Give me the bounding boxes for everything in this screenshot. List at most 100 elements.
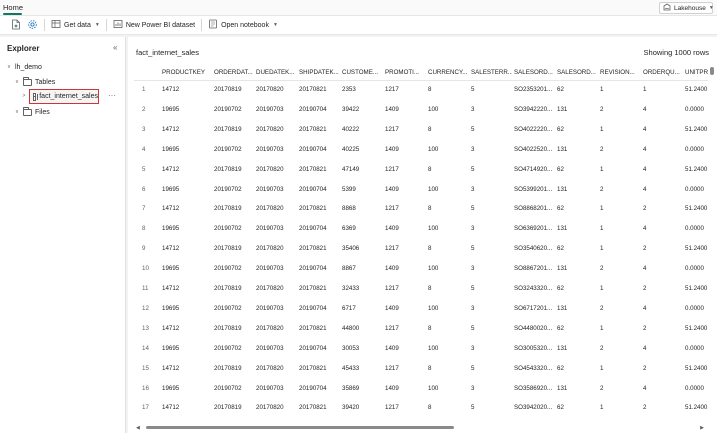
table-preview-panel: fact_internet_sales Showing 1000 rows PR… — [128, 37, 717, 433]
table-row[interactable]: 3 14712 20170819 20170820 20170821 40222 1217 8… — [134, 121, 708, 141]
table-cell: 1 — [600, 125, 604, 133]
table-cell: 2 — [600, 145, 604, 153]
collapse-panel-icon[interactable]: « — [113, 43, 117, 52]
table-cell: 100 — [428, 225, 439, 233]
tree-item-fact-internet-sales[interactable]: fact_internet_sales — [29, 89, 99, 104]
table-cell: 5 — [471, 364, 475, 372]
column-header[interactable]: SALESORD... — [514, 69, 555, 76]
table-row[interactable]: 9 14712 20170819 20170820 20170821 35406 1217 8… — [134, 240, 708, 260]
table-cell: 35869 — [342, 384, 360, 392]
table-cell: 20170819 — [214, 125, 242, 133]
new-file-icon — [11, 19, 21, 32]
table-cell: 2 — [600, 304, 604, 312]
column-header[interactable]: DUEDATEK... — [256, 69, 297, 76]
table-row[interactable]: 16 19695 20190702 20190703 20190704 35869 1409… — [134, 380, 708, 400]
table-cell: 14712 — [162, 285, 180, 292]
table-row[interactable]: 11 14712 20170819 20170820 20170821 32433 1217… — [134, 280, 708, 300]
horizontal-scroll-thumb[interactable] — [146, 426, 454, 429]
table-row[interactable]: 17 14712 20170819 20170820 20170821 39420 1217… — [134, 399, 708, 419]
table-row[interactable]: 1 14712 20170819 20170820 20170821 2353 1217 8 5… — [134, 81, 708, 101]
table-row[interactable]: 6 19695 20190702 20190703 20190704 5399 1409 10… — [134, 181, 708, 201]
table-cell: SO6717201... — [514, 304, 553, 312]
table-cell: 19695 — [162, 344, 180, 352]
horizontal-scrollbar[interactable]: ◀ ▶ — [136, 425, 704, 431]
table-cell: 3 — [471, 185, 475, 193]
table-row[interactable]: 14 19695 20190702 20190703 20190704 30053 1409… — [134, 340, 708, 360]
get-data-button[interactable]: Get data ▼ — [48, 18, 103, 32]
column-header[interactable]: SALESTERR... — [471, 69, 512, 76]
column-header[interactable]: CURRENCY... — [428, 69, 469, 76]
table-cell: SO4022220... — [514, 125, 553, 133]
column-header[interactable]: REVISION... — [600, 69, 641, 76]
table-row[interactable]: 8 19695 20190702 20190703 20190704 6369 1409 10… — [134, 220, 708, 240]
chevron-right-icon[interactable]: > — [21, 93, 27, 99]
vertical-scroll-thumb[interactable] — [710, 67, 714, 75]
scroll-right-icon[interactable]: ▶ — [700, 425, 704, 431]
table-cell: 100 — [428, 145, 439, 153]
column-header[interactable]: PRODUCTKEY — [162, 69, 210, 76]
table-cell: 20170820 — [256, 245, 284, 253]
table-cell: 20170819 — [214, 205, 242, 213]
column-header[interactable]: ORDERQU... — [643, 69, 683, 76]
open-notebook-button[interactable]: Open notebook ▼ — [205, 18, 281, 32]
table-row[interactable]: 10 19695 20190702 20190703 20190704 8867 1409 1… — [134, 260, 708, 280]
tree-item-tables[interactable]: v Tables — [14, 76, 55, 88]
table-cell: 2 — [600, 105, 604, 113]
table-cell: 131 — [557, 145, 568, 153]
table-row[interactable]: 5 14712 20170819 20170820 20170821 47149 1217 8… — [134, 161, 708, 181]
table-cell: 20190703 — [256, 105, 284, 113]
table-cell: 20190704 — [299, 384, 327, 392]
table-cell: 19695 — [162, 225, 180, 233]
table-cell: 2 — [643, 364, 647, 372]
tree-item-files[interactable]: v Files — [14, 106, 50, 118]
tab-home[interactable]: Home — [3, 3, 23, 12]
settings-button[interactable] — [24, 18, 41, 32]
table-cell: 62 — [557, 165, 564, 173]
scroll-left-icon[interactable]: ◀ — [136, 425, 140, 431]
table-cell: 20190702 — [214, 225, 242, 233]
table-cell: 4 — [643, 145, 647, 153]
tree-item-lh-demo[interactable]: v lh_demo — [6, 61, 42, 73]
table-cell: 1409 — [385, 185, 399, 193]
lakehouse-switcher-button[interactable]: Lakehouse ▼ — [659, 2, 714, 14]
table-cell: 0.0000 — [685, 105, 704, 113]
table-cell: 131 — [557, 105, 568, 113]
table-cell: 62 — [557, 86, 564, 93]
new-power-bi-dataset-button[interactable]: New Power BI dataset — [110, 18, 198, 32]
table-cell: 62 — [557, 285, 564, 292]
tree-item-label: Tables — [35, 78, 56, 86]
table-cell: 131 — [557, 384, 568, 392]
table-row[interactable]: 7 14712 20170819 20170820 20170821 8868 1217 8 5… — [134, 200, 708, 220]
table-cell: SO3942020... — [514, 404, 553, 412]
vertical-scrollbar[interactable] — [710, 67, 714, 427]
table-cell: 4 — [643, 344, 647, 352]
table-cell: 2 — [600, 384, 604, 392]
table-cell: 4 — [643, 304, 647, 312]
table-cell: 20170820 — [256, 404, 284, 412]
table-cell: 20170820 — [256, 285, 284, 292]
table-row[interactable]: 2 19695 20190702 20190703 20190704 39422 1409 1… — [134, 101, 708, 121]
table-cell: 14712 — [162, 165, 180, 173]
table-cell: 1217 — [385, 404, 399, 412]
more-options-icon[interactable]: ··· — [108, 91, 116, 100]
table-cell: 20190703 — [256, 304, 284, 312]
table-row[interactable]: 4 19695 20190702 20190703 20190704 40225 1409 1… — [134, 141, 708, 161]
column-header[interactable]: SALESORD... — [557, 69, 598, 76]
row-number: 13 — [142, 324, 149, 332]
table-cell: 20190703 — [256, 384, 284, 392]
table-cell: 8868 — [342, 205, 356, 213]
new-item-button[interactable] — [8, 18, 24, 32]
folder-icon — [23, 76, 32, 86]
column-header[interactable]: CUSTOME... — [342, 69, 383, 76]
table-row[interactable]: 15 14712 20170819 20170820 20170821 45433 1217… — [134, 360, 708, 380]
table-cell: 14712 — [162, 125, 180, 133]
table-row[interactable]: 12 19695 20190702 20190703 20190704 6717 1409 1… — [134, 300, 708, 320]
top-tab-bar: Home Lakehouse ▼ — [0, 0, 717, 16]
table-cell: 20190704 — [299, 304, 327, 312]
column-header[interactable]: SHIPDATEK... — [299, 69, 340, 76]
table-row[interactable]: 13 14712 20170819 20170820 20170821 44800 1217… — [134, 320, 708, 340]
column-header[interactable]: ORDERDAT... — [214, 69, 254, 76]
column-header[interactable]: UNITPR — [685, 69, 708, 76]
chevron-down-icon: ▼ — [272, 22, 278, 28]
column-header[interactable]: PROMOTI... — [385, 69, 426, 76]
